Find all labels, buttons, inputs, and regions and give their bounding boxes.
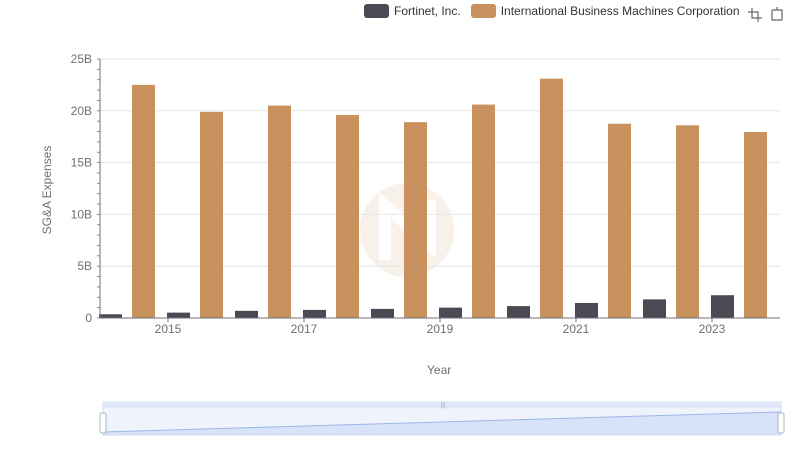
y-tick-label: 20B: [71, 104, 92, 118]
svg-text:|||: |||: [441, 403, 446, 409]
x-tick-label: 2017: [291, 322, 318, 336]
bar-ibm-2016[interactable]: [268, 105, 291, 319]
bar-chart: 0 5B 10B 15B 20B 25B 2015 2017 2019 2021 2023 |||: [71, 52, 785, 436]
zoom-handle-right[interactable]: [777, 412, 785, 434]
x-axis-title: Year: [427, 363, 452, 377]
bar-fortinet-2023[interactable]: [711, 295, 734, 318]
bar-fortinet-2016[interactable]: [235, 310, 258, 318]
bar-fortinet-2017[interactable]: [303, 309, 326, 318]
y-tick-label: 15B: [71, 156, 92, 170]
bar-ibm-2017[interactable]: [336, 114, 359, 318]
bar-ibm-2022[interactable]: [676, 125, 699, 318]
y-tick-label: 25B: [71, 52, 92, 66]
bar-ibm-2014[interactable]: [132, 84, 155, 319]
y-axis-title: SG&A Expenses: [40, 145, 54, 235]
data-zoom-slider[interactable]: |||: [99, 401, 785, 436]
bar-fortinet-2014[interactable]: [99, 314, 122, 318]
x-tick-label: 2015: [155, 322, 182, 336]
bar-ibm-2023[interactable]: [744, 132, 767, 318]
bar-fortinet-2019[interactable]: [439, 307, 462, 318]
bar-fortinet-2021[interactable]: [575, 302, 598, 318]
zoom-handle-left[interactable]: [99, 412, 107, 434]
x-tick-label: 2019: [427, 322, 454, 336]
bar-ibm-2015[interactable]: [200, 111, 223, 318]
y-tick-label: 0: [85, 311, 92, 325]
bar-ibm-2019[interactable]: [472, 104, 495, 318]
bar-fortinet-2020[interactable]: [507, 306, 530, 318]
bar-fortinet-2022[interactable]: [643, 299, 666, 318]
x-tick-label: 2023: [699, 322, 726, 336]
y-tick-label: 10B: [71, 207, 92, 221]
bar-ibm-2020[interactable]: [540, 78, 563, 319]
y-tick-label: 5B: [77, 259, 92, 273]
bar-fortinet-2018[interactable]: [371, 308, 394, 318]
bar-ibm-2021[interactable]: [608, 123, 631, 318]
bar-fortinet-2015[interactable]: [167, 312, 190, 318]
x-tick-label: 2021: [563, 322, 590, 336]
bar-ibm-2018[interactable]: [404, 122, 427, 318]
